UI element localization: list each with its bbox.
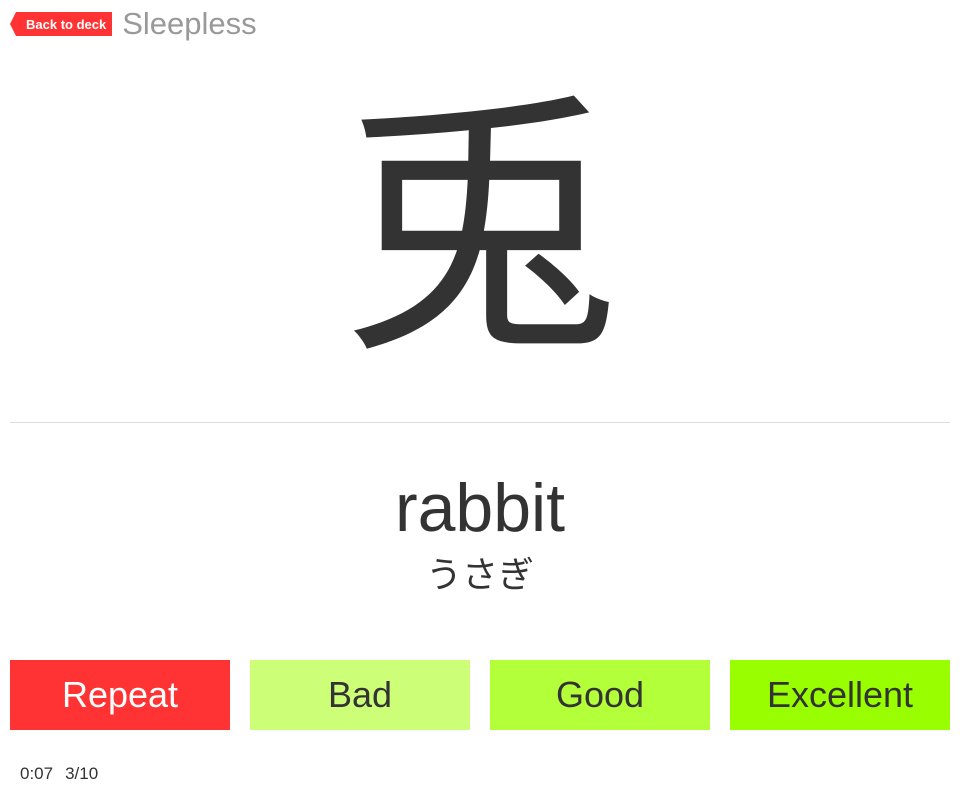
grade-buttons: Repeat Bad Good Excellent: [10, 660, 950, 730]
back-to-deck-label: Back to deck: [26, 16, 107, 32]
good-button[interactable]: Good: [490, 660, 710, 730]
card-meaning: rabbit: [394, 470, 566, 546]
bad-button[interactable]: Bad: [250, 660, 470, 730]
excellent-button[interactable]: Excellent: [730, 660, 950, 730]
repeat-button[interactable]: Repeat: [10, 660, 230, 730]
card-reading: うさぎ: [425, 555, 534, 596]
card-kanji: 兎: [340, 67, 620, 393]
flashcard-page: Back to deck Sleepless 兎 rabbit うさぎ Repe…: [0, 0, 960, 800]
deck-title: Sleepless: [122, 6, 257, 41]
back-to-deck-button[interactable]: Back to deck: [9, 12, 113, 36]
card-divider: [10, 422, 950, 423]
session-timer: 0:07: [20, 764, 54, 783]
header: Back to deck Sleepless: [9, 6, 257, 42]
card-progress: 3/10: [65, 764, 99, 783]
footer-status: 0:07 3/10: [20, 764, 98, 784]
